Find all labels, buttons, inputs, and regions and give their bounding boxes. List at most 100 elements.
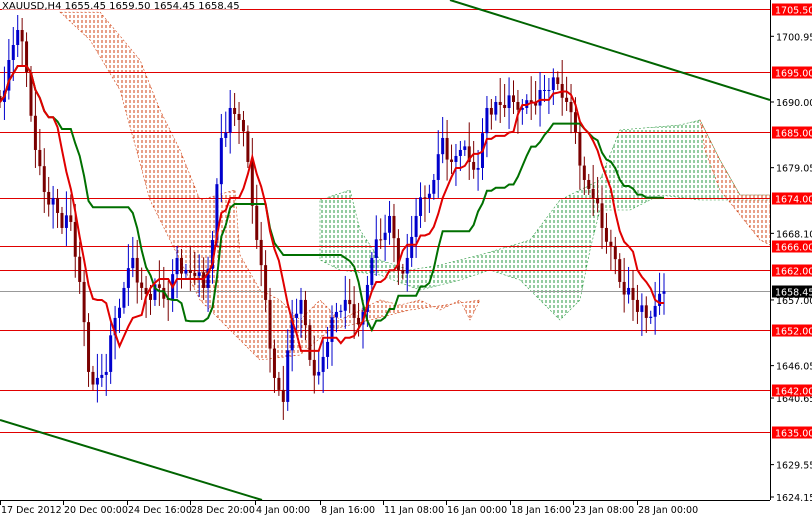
candle-body <box>228 107 232 133</box>
candle-body <box>414 215 418 237</box>
trendline-upper[interactable] <box>449 0 771 101</box>
y-tick-label: 1679.05 <box>776 164 812 175</box>
level-label: 1705.50 <box>775 6 812 17</box>
candle-body <box>348 299 352 305</box>
candle-body <box>91 371 95 385</box>
candle-body <box>582 165 586 180</box>
candle-body <box>175 257 179 275</box>
candle-body <box>272 348 276 378</box>
candle-body <box>131 257 135 269</box>
candle-body <box>264 265 268 300</box>
candle-body <box>126 268 130 288</box>
candle-body <box>73 221 77 257</box>
candle-body <box>658 293 662 306</box>
candle-body <box>51 197 55 205</box>
level-label: 1685.00 <box>775 129 812 140</box>
y-tick-label: 1690.00 <box>776 98 812 109</box>
candle-body <box>538 89 542 106</box>
candle-body <box>432 179 436 194</box>
current-price-label: 1658.45 <box>775 288 812 299</box>
candle-body <box>374 239 378 258</box>
candle-body <box>224 132 228 138</box>
candle-body <box>419 197 423 216</box>
candle-body <box>649 316 653 318</box>
candle-body <box>587 179 591 189</box>
candle-body <box>78 256 82 282</box>
candle-body <box>516 101 520 110</box>
level-label: 1662.00 <box>775 267 812 278</box>
candle-body <box>69 215 73 222</box>
candle-body <box>312 359 316 376</box>
candle-body <box>179 257 183 274</box>
candle-body <box>20 29 24 42</box>
candle-body <box>140 282 144 288</box>
candle-body <box>618 259 622 282</box>
candle-body <box>303 299 307 326</box>
x-tick-label: 24 Dec 16:00 <box>128 505 192 516</box>
candle-body <box>542 89 546 91</box>
candle-body <box>308 325 312 360</box>
candle-body <box>441 137 445 155</box>
candle-body <box>405 257 409 274</box>
candle-body <box>463 146 467 150</box>
candle-body <box>476 167 480 170</box>
candle-body <box>87 322 91 372</box>
y-tick-label: 1700.95 <box>776 32 812 43</box>
time-axis: 17 Dec 2012 20 Dec 00:00 24 Dec 16:00 28 De… <box>0 500 698 516</box>
candle-body <box>259 239 263 266</box>
candle-body <box>627 287 631 295</box>
candle-body <box>317 371 321 376</box>
candle-body <box>104 371 108 375</box>
candle-body <box>485 107 489 134</box>
candle-body <box>277 377 281 390</box>
candle-body <box>511 95 515 102</box>
candle-body <box>450 159 454 162</box>
candle-body <box>95 377 99 385</box>
level-label: 1652.00 <box>775 327 812 338</box>
candle-body <box>600 203 604 228</box>
level-label: 1695.00 <box>775 69 812 80</box>
candle-body <box>609 241 613 246</box>
candle-body <box>334 311 338 318</box>
candle-body <box>379 239 383 241</box>
candle-body <box>122 287 126 308</box>
candle-body <box>268 299 272 349</box>
candle-body <box>551 77 555 90</box>
candle-body <box>423 197 427 199</box>
candle-body <box>662 291 666 294</box>
candle-body <box>604 227 608 242</box>
x-tick-label: 28 Dec 20:00 <box>191 505 255 516</box>
candle-body <box>241 119 245 132</box>
candle-body <box>631 287 635 300</box>
y-tick-label: 1646.05 <box>776 362 812 373</box>
candle-body <box>427 193 431 198</box>
candle-body <box>118 307 122 318</box>
level-label: 1674.00 <box>775 195 812 206</box>
candle-body <box>219 137 223 185</box>
candle-body <box>596 197 600 204</box>
candle-body <box>472 161 476 170</box>
candle-body <box>458 149 462 156</box>
candle-body <box>503 104 507 108</box>
candle-body <box>38 149 42 167</box>
candle-body <box>60 212 64 228</box>
candle-body <box>281 389 285 402</box>
candle-body <box>100 374 104 378</box>
candle-body <box>82 281 86 323</box>
candle-body <box>255 205 259 240</box>
candle-body <box>498 101 502 105</box>
candle-body <box>343 299 347 311</box>
candle-body <box>635 299 639 312</box>
candle-body <box>299 299 303 314</box>
candle-body <box>556 77 560 84</box>
candle-body <box>109 335 113 372</box>
candle-body <box>47 191 51 205</box>
level-label: 1642.00 <box>775 387 812 398</box>
candle-body <box>591 188 595 198</box>
cloud-bullish <box>319 119 771 321</box>
candle-body <box>494 101 498 115</box>
price-chart[interactable]: 1700.951690.001679.051668.101657.001646.… <box>0 0 812 517</box>
candle-body <box>653 305 657 317</box>
x-tick-label: 11 Jan 08:00 <box>384 505 444 516</box>
candle-body <box>383 232 387 240</box>
